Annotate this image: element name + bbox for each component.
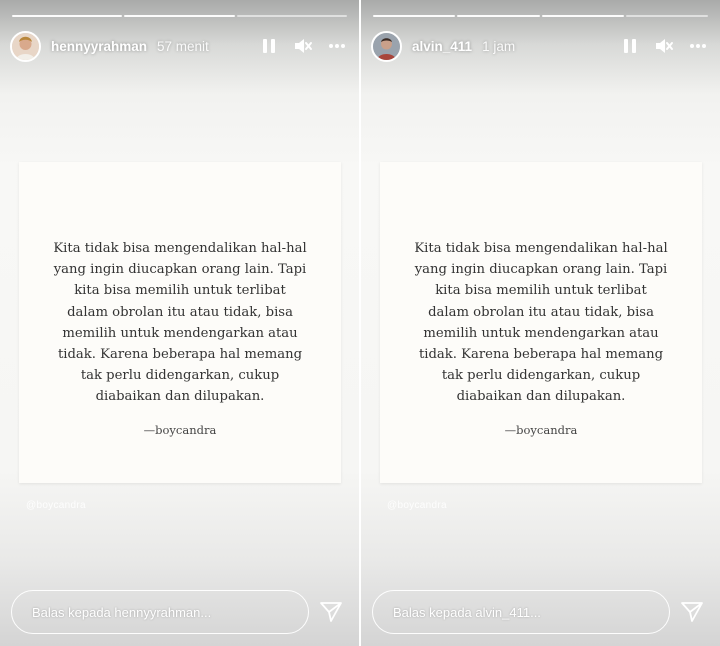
mute-icon[interactable] [293,36,313,56]
watermark: @boycandra [387,500,447,511]
quote-line: kita bisa memilih untuk terlibat [74,283,286,299]
quote-line: dalam obrolan itu atau tidak, bisa [67,304,293,320]
story-panel-hennyyrahman[interactable]: hennyyrahman 57 menit Kita tidak bisa me… [0,0,359,646]
quote-line: memilih untuk mendengarkan atau [423,325,659,341]
quote-line: dalam obrolan itu atau tidak, bisa [428,304,654,320]
progress-segment [541,15,624,17]
send-icon[interactable] [680,600,704,624]
story-panel-alvin-411[interactable]: alvin_411 1 jam Kita tidak bisa mengenda… [361,0,720,646]
send-icon[interactable] [319,600,343,624]
quote-card: Kita tidak bisa mengendalikan hal-hal ya… [19,162,341,483]
story-progress-bar [373,15,708,17]
avatar[interactable] [10,30,41,62]
more-icon[interactable] [327,36,347,56]
story-controls [620,36,710,56]
mute-icon[interactable] [654,36,674,56]
quote-line: diabaikan dan dilupakan. [95,389,265,405]
progress-segment [12,15,123,17]
reply-input[interactable]: Balas kepada hennyyrahman... [11,590,309,634]
pause-icon[interactable] [620,36,640,56]
quote-line: tak perlu didengarkan, cukup [80,368,280,384]
progress-segment [373,15,456,17]
quote-line: tidak. Karena beberapa hal memang [57,347,303,363]
post-time: 1 jam [482,38,516,54]
quote-line: yang ingin diucapkan orang lain. Tapi [414,262,668,278]
username[interactable]: alvin_411 [412,39,472,54]
quote-line: yang ingin diucapkan orang lain. Tapi [53,262,307,278]
quote-line: kita bisa memilih untuk terlibat [435,283,647,299]
quote-line: Kita tidak bisa mengendalikan hal-hal [53,241,307,256]
reply-placeholder: Balas kepada hennyyrahman... [32,604,212,620]
story-header: alvin_411 1 jam [371,30,710,62]
post-time: 57 menit [157,38,209,54]
quote-text: Kita tidak bisa mengendalikan hal-hal ya… [45,238,315,408]
more-icon[interactable] [688,36,708,56]
progress-segment [625,15,708,17]
story-header: hennyyrahman 57 menit [10,30,349,62]
quote-line: diabaikan dan dilupakan. [456,389,626,405]
quote-author: —boycandra [143,422,217,437]
quote-author: —boycandra [504,422,578,437]
progress-segment [457,15,540,17]
progress-segment [124,15,235,17]
avatar[interactable] [371,30,402,62]
username[interactable]: hennyyrahman [51,39,147,54]
avatar-photo [373,32,400,60]
quote-line: tak perlu didengarkan, cukup [441,368,641,384]
reply-input[interactable]: Balas kepada alvin_411... [372,590,670,634]
quote-text: Kita tidak bisa mengendalikan hal-hal ya… [406,238,676,408]
pause-icon[interactable] [259,36,279,56]
quote-line: Kita tidak bisa mengendalikan hal-hal [414,241,668,256]
progress-segment [236,15,347,17]
quote-line: memilih untuk mendengarkan atau [62,325,298,341]
reply-placeholder: Balas kepada alvin_411... [393,604,541,620]
story-controls [259,36,349,56]
watermark: @boycandra [26,500,86,511]
story-progress-bar [12,15,347,17]
avatar-photo [12,32,39,60]
quote-card: Kita tidak bisa mengendalikan hal-hal ya… [380,162,702,483]
quote-line: tidak. Karena beberapa hal memang [418,347,664,363]
